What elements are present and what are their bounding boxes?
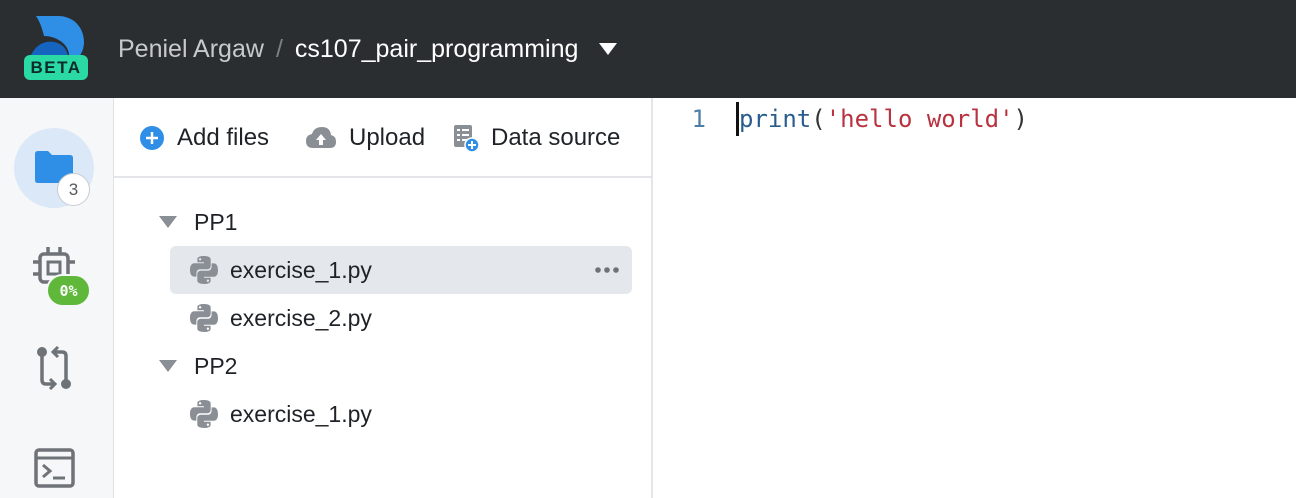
git-compare-icon[interactable] [34,346,74,390]
chevron-down-icon[interactable] [598,42,618,56]
code-token-function: print [739,105,812,133]
top-bar: BETA Peniel Argaw / cs107_pair_programmi… [0,0,1296,98]
python-file-icon [190,256,218,284]
plus-circle-icon [140,126,164,150]
files-count-badge: 3 [57,173,90,206]
breadcrumb-user[interactable]: Peniel Argaw [118,35,264,64]
folder-name: PP2 [194,352,238,379]
cloud-upload-icon [306,127,336,148]
file-name: exercise_1.py [230,400,372,427]
python-file-icon [190,304,218,332]
code-token-paren-open: ( [811,105,826,133]
caret-down-icon[interactable] [158,215,178,229]
code-token-paren-close: ) [1013,105,1028,133]
upload-label: Upload [349,124,426,151]
checks-progress-badge: 0% [46,274,91,307]
file-row-pp2-exercise-1[interactable]: exercise_1.py [170,390,632,438]
python-file-icon [190,400,218,428]
caret-down-icon[interactable] [158,359,178,373]
terminal-icon[interactable] [34,448,75,488]
folder-row-pp1[interactable]: PP1 [158,198,458,246]
breadcrumb-separator: / [275,34,283,63]
breadcrumb: Peniel Argaw / cs107_pair_programming [118,0,618,98]
more-options-icon[interactable] [594,260,620,280]
code-editor[interactable]: 1 print ( 'hello world' ) [654,98,1296,498]
upload-button[interactable]: Upload [305,120,425,156]
file-row-pp1-exercise-2[interactable]: exercise_2.py [170,294,632,342]
data-source-button[interactable]: Data source [453,120,620,156]
data-source-label: Data source [491,124,621,151]
file-row-pp1-exercise-1[interactable]: exercise_1.py [170,246,632,294]
add-files-button[interactable]: Add files [139,120,269,156]
line-number: 1 [691,105,706,133]
activity-bar: 3 0% [0,98,114,498]
file-panel: Add files Upload Data source PP1 exercis… [114,98,653,498]
code-token-string: 'hello world' [825,105,1014,133]
file-actions-toolbar: Add files Upload Data source [114,98,653,178]
file-name: exercise_2.py [230,304,372,331]
file-name: exercise_1.py [230,256,372,283]
add-files-label: Add files [177,124,270,151]
beta-badge: BETA [24,55,88,80]
code-line[interactable]: 1 print ( 'hello world' ) [654,101,1296,137]
breadcrumb-project[interactable]: cs107_pair_programming [295,35,578,64]
folder-name: PP1 [194,208,238,235]
database-add-icon [454,125,479,152]
folder-row-pp2[interactable]: PP2 [158,342,458,390]
